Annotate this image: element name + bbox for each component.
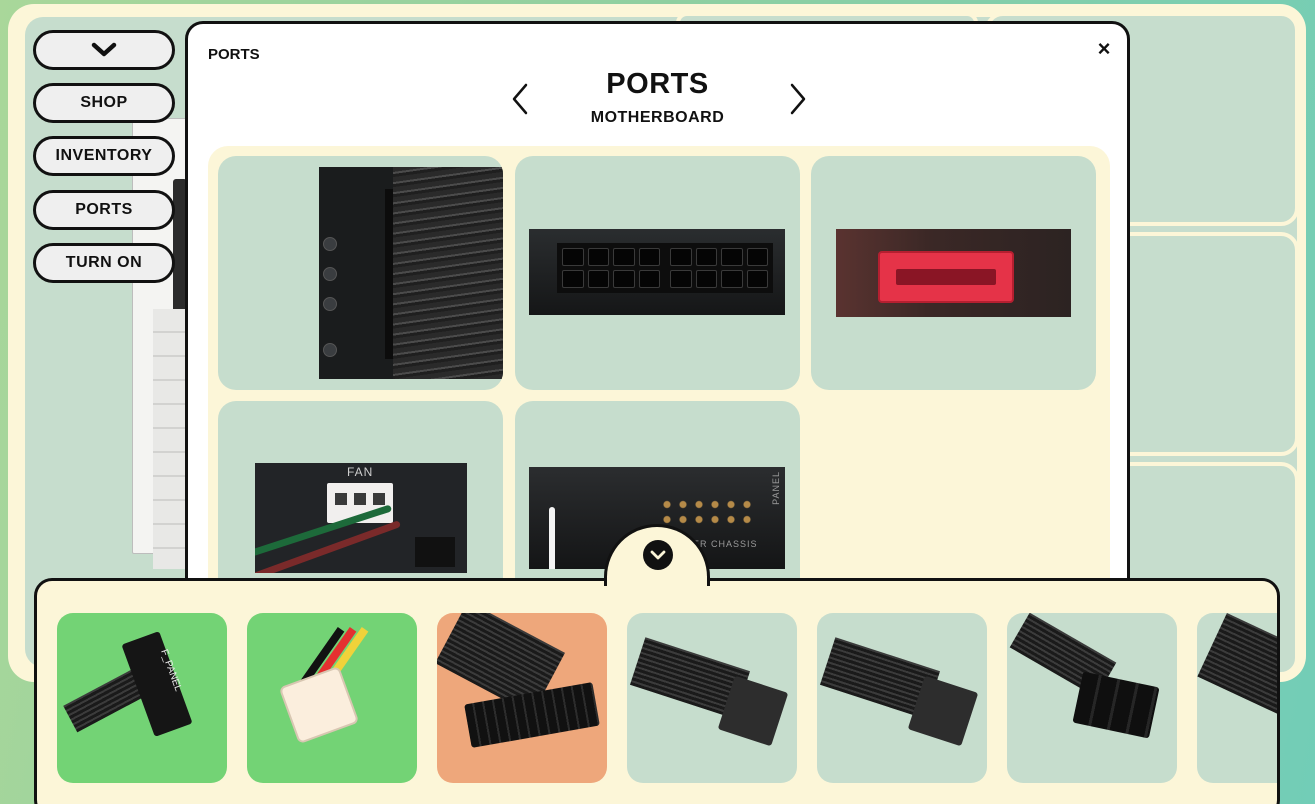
cable-card-sleeved[interactable] bbox=[1197, 613, 1277, 783]
modal-subtitle: MOTHERBOARD bbox=[590, 109, 725, 126]
pc-case-image bbox=[132, 118, 188, 569]
port-card-sata[interactable] bbox=[811, 156, 1096, 390]
chevron-right-icon[interactable] bbox=[784, 80, 810, 118]
shop-button[interactable]: SHOP bbox=[33, 83, 175, 123]
modal-title: PORTS bbox=[606, 68, 709, 100]
cpu-8pin-port-photo bbox=[529, 229, 785, 315]
atx-24pin-cable-photo bbox=[464, 682, 600, 748]
cpu-8pin-cable-photo bbox=[1072, 671, 1160, 739]
sleeved-cable-photo bbox=[1197, 613, 1277, 723]
cable-tray: F_PANEL bbox=[34, 578, 1280, 804]
cable-card-pcie-8pin-b[interactable] bbox=[817, 613, 987, 783]
fan-header-photo: FAN bbox=[255, 463, 467, 573]
ports-button[interactable]: PORTS bbox=[33, 190, 175, 230]
cable-card-atx-24pin[interactable] bbox=[437, 613, 607, 783]
cable-card-front-panel[interactable]: F_PANEL bbox=[57, 613, 227, 783]
sidebar-toggle-button[interactable] bbox=[33, 30, 175, 70]
modal-corner-title: PORTS bbox=[208, 46, 260, 63]
atx-24pin-port-photo bbox=[319, 167, 503, 379]
chevron-down-icon bbox=[650, 550, 666, 560]
close-icon[interactable]: × bbox=[1093, 36, 1115, 61]
tray-handle-joint bbox=[607, 576, 707, 582]
cable-card-cpu-8pin[interactable] bbox=[1007, 613, 1177, 783]
turn-on-button[interactable]: TURN ON bbox=[33, 243, 175, 283]
port-card-atx-24pin[interactable] bbox=[218, 156, 503, 390]
chevron-left-icon[interactable] bbox=[508, 80, 534, 118]
inventory-button[interactable]: INVENTORY bbox=[33, 136, 175, 176]
port-card-cpu-8pin[interactable] bbox=[515, 156, 800, 390]
chevron-down-icon bbox=[91, 42, 117, 57]
sata-port-photo bbox=[836, 229, 1071, 317]
cable-card-fan[interactable] bbox=[247, 613, 417, 783]
fan-3pin-cable-photo bbox=[278, 665, 360, 745]
cable-card-pcie-8pin-a[interactable] bbox=[627, 613, 797, 783]
